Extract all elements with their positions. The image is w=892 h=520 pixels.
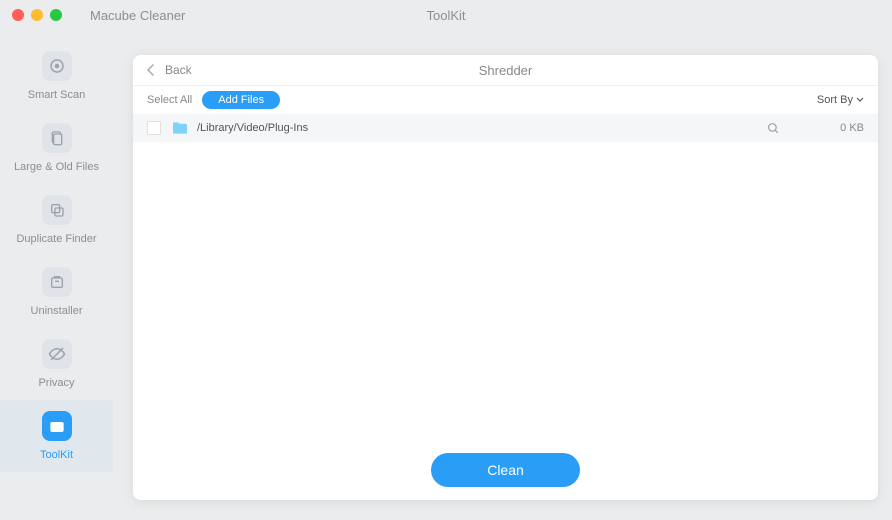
clean-button[interactable]: Clean [431,453,580,487]
sidebar: Smart Scan Large & Old Files Duplicate F… [0,30,113,520]
sort-by-dropdown[interactable]: Sort By [817,94,864,106]
app-name: Macube Cleaner [90,8,185,23]
uninstall-icon [42,267,72,297]
shredder-panel: Back Shredder Select All Add Files Sort … [133,55,878,500]
duplicate-icon [42,195,72,225]
privacy-eye-icon [42,339,72,369]
main-container: Smart Scan Large & Old Files Duplicate F… [0,30,892,520]
content-area: Back Shredder Select All Add Files Sort … [113,30,892,520]
sidebar-item-label: ToolKit [40,449,73,461]
panel-header: Back Shredder [133,55,878,86]
window-title: ToolKit [426,8,465,23]
folder-icon [171,121,189,135]
panel-footer: Clean [133,440,878,500]
sidebar-item-toolkit[interactable]: ToolKit [0,400,113,472]
chevron-left-icon [147,64,155,76]
sidebar-item-label: Smart Scan [28,89,85,101]
search-icon[interactable] [767,122,780,135]
sort-by-label: Sort By [817,94,853,106]
maximize-window-button[interactable] [50,9,62,21]
window-controls [12,9,62,21]
file-size: 0 KB [840,122,864,134]
toolkit-icon [42,411,72,441]
back-label: Back [165,63,192,77]
sidebar-item-label: Uninstaller [31,305,83,317]
select-all-button[interactable]: Select All [147,94,192,106]
back-button[interactable]: Back [147,63,192,77]
close-window-button[interactable] [12,9,24,21]
titlebar: Macube Cleaner ToolKit [0,0,892,30]
file-row[interactable]: /Library/Video/Plug-Ins 0 KB [133,114,878,142]
sidebar-item-label: Large & Old Files [14,161,99,173]
file-list: /Library/Video/Plug-Ins 0 KB [133,114,878,440]
minimize-window-button[interactable] [31,9,43,21]
file-checkbox[interactable] [147,121,161,135]
sidebar-item-privacy[interactable]: Privacy [0,328,113,400]
scan-target-icon [42,51,72,81]
sidebar-item-uninstaller[interactable]: Uninstaller [0,256,113,328]
sidebar-item-label: Duplicate Finder [16,233,96,245]
sidebar-item-label: Privacy [38,377,74,389]
panel-title: Shredder [479,63,532,78]
toolbar: Select All Add Files Sort By [133,86,878,114]
file-path: /Library/Video/Plug-Ins [197,122,767,134]
add-files-button[interactable]: Add Files [202,91,280,109]
chevron-down-icon [856,97,864,103]
sidebar-item-smart-scan[interactable]: Smart Scan [0,40,113,112]
sidebar-item-duplicate-finder[interactable]: Duplicate Finder [0,184,113,256]
file-stack-icon [42,123,72,153]
sidebar-item-large-old-files[interactable]: Large & Old Files [0,112,113,184]
